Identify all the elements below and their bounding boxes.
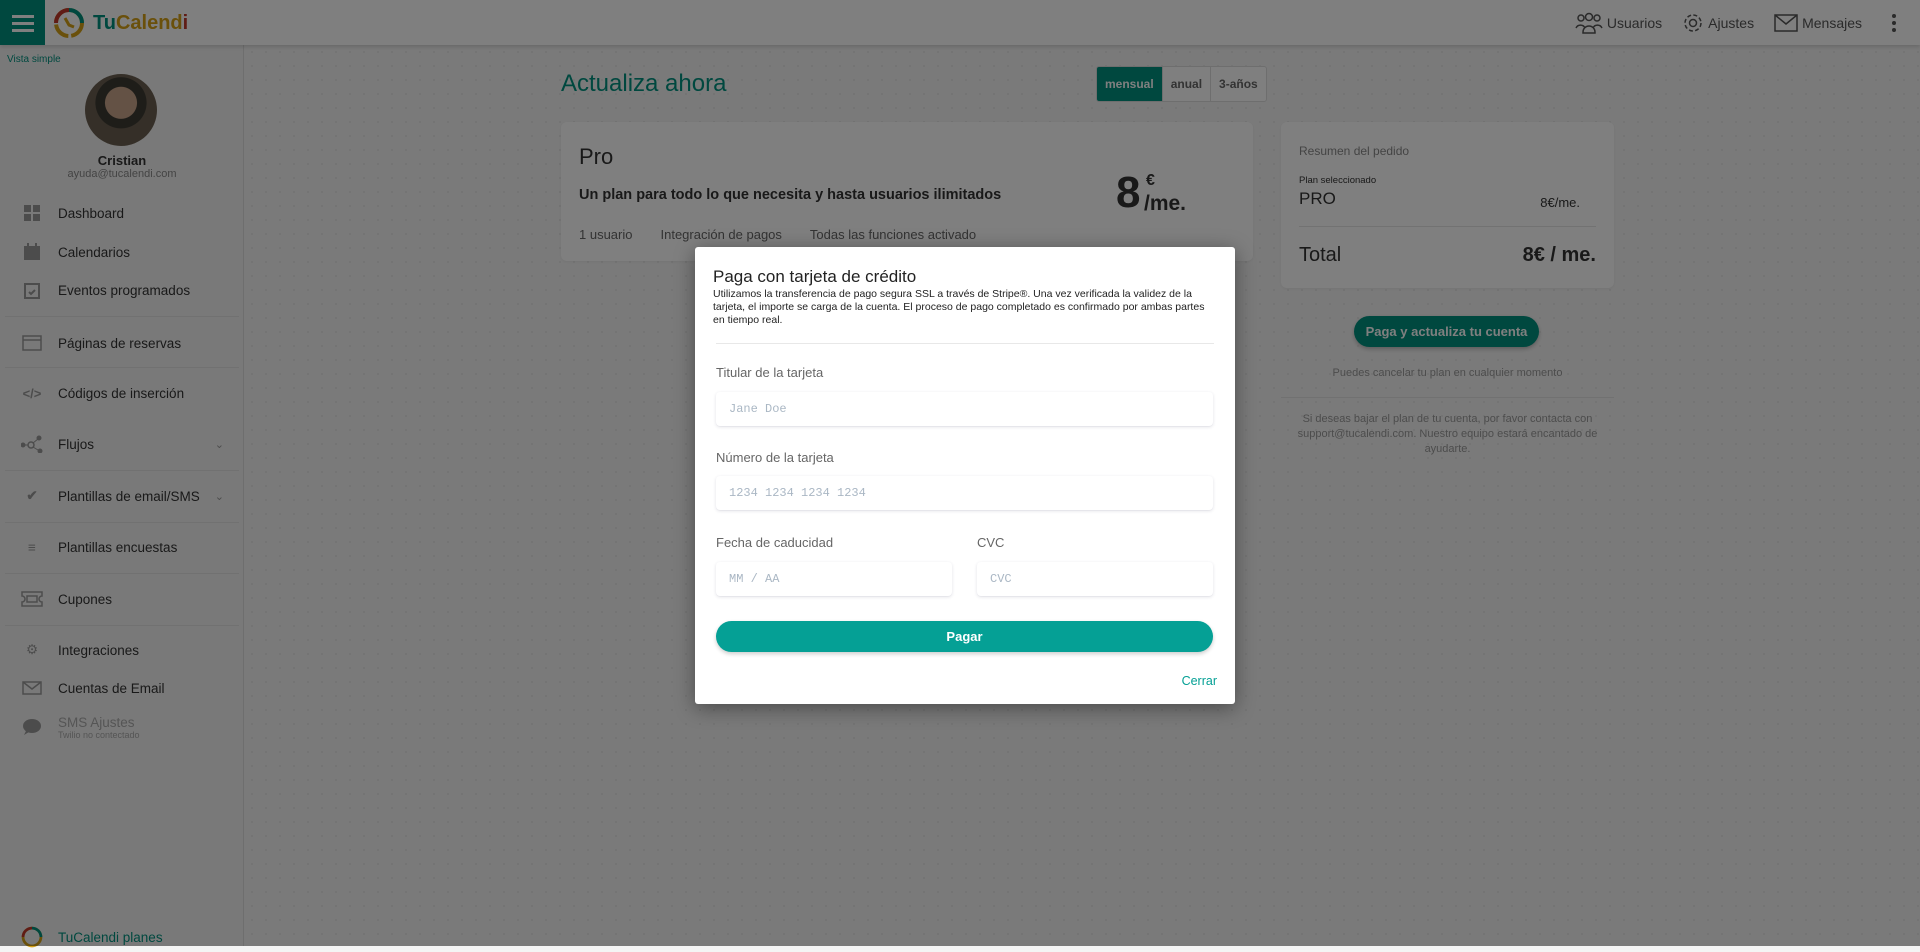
cvc-input[interactable] <box>977 562 1213 596</box>
card-number-label: Número de la tarjeta <box>716 450 834 465</box>
cvc-label: CVC <box>977 535 1005 550</box>
modal-description: Utilizamos la transferencia de pago segu… <box>713 288 1205 326</box>
expiry-label: Fecha de caducidad <box>716 535 834 550</box>
credit-card-modal: Paga con tarjeta de crédito Utilizamos l… <box>695 247 1235 704</box>
close-link[interactable]: Cerrar <box>1182 674 1217 688</box>
expiry-input[interactable] <box>716 562 952 596</box>
card-number-input[interactable] <box>716 476 1213 510</box>
divider <box>716 343 1214 344</box>
card-holder-label: Titular de la tarjeta <box>716 365 824 380</box>
modal-title: Paga con tarjeta de crédito <box>713 267 917 286</box>
pay-button[interactable]: Pagar <box>716 621 1213 652</box>
card-holder-input[interactable] <box>716 392 1213 426</box>
